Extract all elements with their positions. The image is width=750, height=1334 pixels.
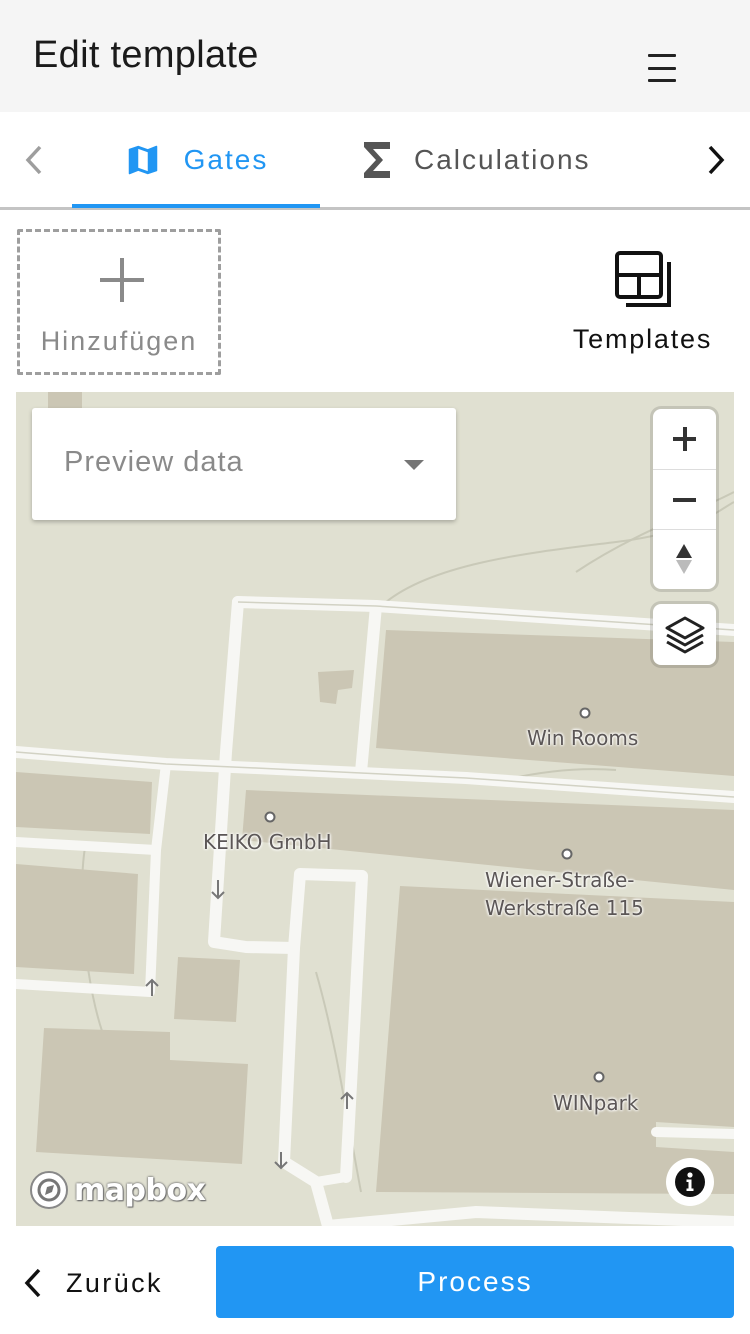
back-label: Zurück bbox=[66, 1267, 163, 1298]
poi-label-werkstrasse: Werkstraße 115 bbox=[485, 896, 644, 920]
add-label: Hinzufügen bbox=[40, 326, 198, 356]
process-button[interactable]: Process bbox=[216, 1246, 734, 1318]
templates-label: Templates bbox=[572, 324, 713, 354]
chevron-left-icon[interactable] bbox=[14, 140, 54, 180]
map-view[interactable]: Win Rooms KEIKO GmbH Wiener-Straße- Werk… bbox=[16, 392, 734, 1226]
sigma-icon bbox=[362, 141, 392, 178]
app-header: Edit template bbox=[0, 0, 750, 112]
mapbox-logo-icon bbox=[30, 1171, 68, 1209]
templates-icon bbox=[615, 251, 671, 307]
chevron-right-icon[interactable] bbox=[696, 140, 736, 180]
zoom-in-icon[interactable] bbox=[653, 409, 716, 468]
caret-down-icon bbox=[404, 460, 424, 470]
map-navigation-control bbox=[653, 409, 716, 589]
templates-button[interactable]: Templates bbox=[560, 250, 725, 360]
info-icon[interactable] bbox=[666, 1158, 714, 1206]
tab-calculations[interactable]: Calculations bbox=[362, 112, 632, 207]
plus-icon bbox=[100, 258, 144, 302]
compass-icon[interactable] bbox=[653, 529, 716, 588]
mapbox-logo-text: mapbox bbox=[74, 1172, 206, 1208]
map-icon bbox=[124, 141, 162, 179]
poi-label-winpark: WINpark bbox=[553, 1091, 639, 1115]
add-gate-button[interactable]: Hinzufügen bbox=[17, 229, 221, 375]
layers-icon[interactable] bbox=[653, 604, 716, 665]
preview-data-select[interactable]: Preview data bbox=[32, 408, 456, 520]
page-title: Edit template bbox=[33, 34, 259, 76]
zoom-out-icon[interactable] bbox=[653, 469, 716, 528]
tab-bar: Gates Calculations bbox=[0, 112, 750, 210]
back-button[interactable]: Zurück bbox=[22, 1252, 163, 1314]
mapbox-logo[interactable]: mapbox bbox=[28, 1168, 206, 1212]
preview-data-placeholder: Preview data bbox=[64, 446, 244, 478]
poi-label-win-rooms: Win Rooms bbox=[527, 726, 639, 750]
tab-gates[interactable]: Gates bbox=[72, 112, 320, 208]
chevron-left-icon bbox=[24, 1268, 41, 1298]
tab-calculations-label: Calculations bbox=[414, 143, 591, 175]
hamburger-menu-icon[interactable] bbox=[640, 48, 684, 88]
poi-label-keiko: KEIKO GmbH bbox=[203, 830, 332, 854]
tab-gates-label: Gates bbox=[183, 143, 269, 175]
poi-label-wiener-strasse: Wiener-Straße- bbox=[485, 868, 635, 892]
